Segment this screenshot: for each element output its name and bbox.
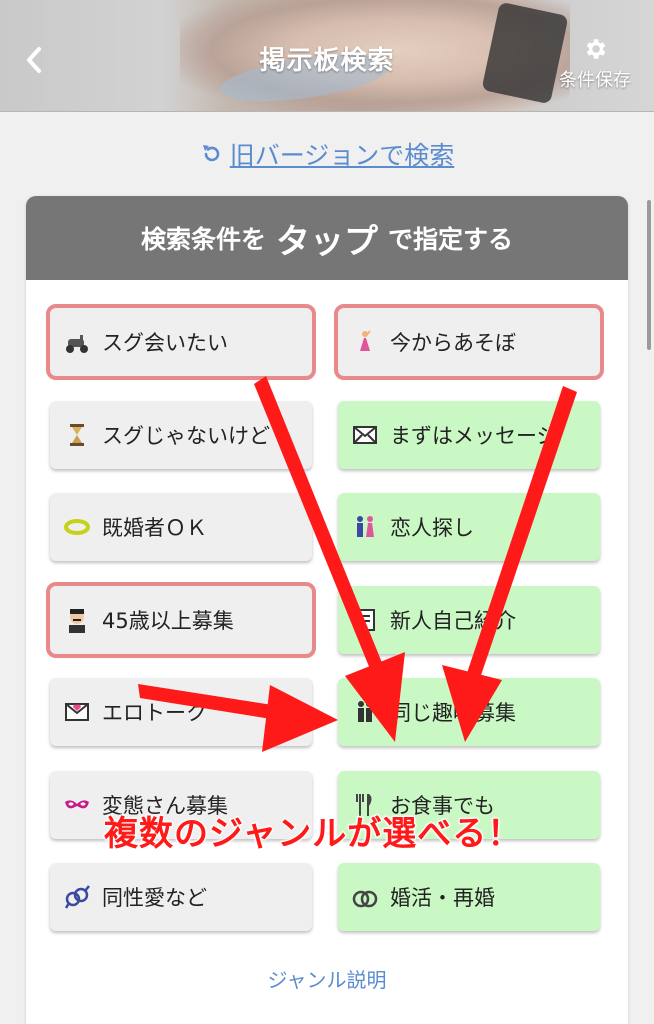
- panel-heading-suffix: で指定する: [388, 225, 514, 254]
- panel-heading-emphasis: タップ: [276, 221, 378, 262]
- genre-label: 新人自己紹介: [390, 608, 516, 633]
- genre-label: 婚活・再婚: [390, 886, 495, 910]
- genre-label: スグじゃないけど: [102, 423, 270, 448]
- genre-description-link[interactable]: ジャンル説明: [26, 964, 628, 993]
- gear-icon: [586, 39, 606, 59]
- scooter-icon: [62, 327, 92, 357]
- people-icon: [350, 697, 380, 727]
- genre-button[interactable]: 新人自己紹介: [338, 585, 600, 654]
- hourglass-icon: [62, 420, 92, 450]
- genre-button[interactable]: スグじゃないけど: [50, 400, 312, 469]
- envelope-icon: [350, 420, 380, 450]
- genre-button[interactable]: エロトーク: [50, 678, 312, 746]
- genre-button[interactable]: 同じ趣味募集: [338, 678, 600, 746]
- search-conditions-panel: 検索条件を タップ で指定する スグ会いたい 今からあそぼスグじゃないけど まずはメ…: [26, 196, 628, 1024]
- genre-label: エロトーク: [102, 701, 207, 725]
- genre-label: 45歳以上募集: [102, 608, 234, 633]
- refresh-icon: [202, 145, 220, 162]
- love-letter-icon: [62, 697, 92, 727]
- note-icon: [350, 605, 380, 635]
- genre-button[interactable]: 恋人探し: [338, 493, 600, 561]
- gentleman-icon: [62, 605, 92, 635]
- couple-icon: [350, 512, 380, 542]
- ring-icon: [62, 512, 92, 542]
- genre-label: まずはメッセージ: [390, 423, 558, 448]
- rings-icon: [350, 882, 380, 912]
- genre-button[interactable]: 既婚者ＯＫ: [50, 493, 312, 561]
- old-version-search-link[interactable]: 旧バージョンで検索: [0, 136, 654, 172]
- header-bar: 掲示板検索 条件保存: [0, 0, 654, 112]
- mask-icon: [62, 790, 92, 820]
- genre-button[interactable]: 今からあそぼ: [334, 304, 604, 380]
- genre-button[interactable]: 45歳以上募集: [46, 581, 316, 658]
- panel-heading: 検索条件を タップ で指定する: [26, 196, 628, 280]
- genre-label: 既婚者ＯＫ: [102, 516, 207, 540]
- genre-label: 同じ趣味募集: [390, 701, 516, 725]
- genre-label: 同性愛など: [102, 886, 207, 910]
- save-conditions-label: 条件保存: [559, 70, 631, 91]
- genre-button[interactable]: 同性愛など: [50, 863, 312, 931]
- old-version-search-label: 旧バージョンで検索: [229, 141, 455, 170]
- save-conditions-button[interactable]: 条件保存: [550, 36, 640, 100]
- genre-label: スグ会いたい: [102, 331, 228, 355]
- gender-icon: [62, 882, 92, 912]
- genre-label: 今からあそぼ: [390, 331, 516, 355]
- scrollbar[interactable]: [647, 200, 651, 350]
- genre-label: 恋人探し: [390, 516, 474, 540]
- panel-heading-prefix: 検索条件を: [140, 225, 266, 254]
- genre-button[interactable]: 婚活・再婚: [338, 863, 600, 931]
- dancer-icon: [350, 327, 380, 357]
- annotation-caption: 複数のジャンルが選べる！: [103, 813, 523, 855]
- genre-button[interactable]: まずはメッセージ: [338, 400, 600, 469]
- genre-button[interactable]: スグ会いたい: [46, 304, 316, 380]
